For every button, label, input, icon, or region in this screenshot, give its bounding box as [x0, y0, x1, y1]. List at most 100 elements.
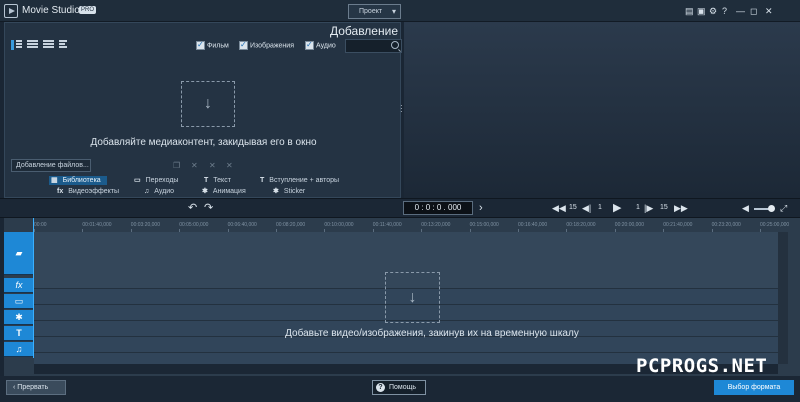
delete-all-icon[interactable]: ✕: [209, 161, 216, 170]
checkbox-icon[interactable]: [239, 40, 248, 50]
checkbox-icon[interactable]: [196, 40, 205, 50]
audio-track-button[interactable]: ♫: [4, 342, 34, 357]
fast-forward-icon[interactable]: ▶▶: [674, 202, 688, 214]
tab-animation[interactable]: ✱ Анимация: [202, 187, 246, 196]
fx-icon: fx: [57, 188, 64, 195]
timeline-vertical-scrollbar[interactable]: [778, 232, 788, 364]
ruler-time-label: 00:21:40,000: [663, 222, 693, 228]
ruler-time-label: 00:06:40,000: [227, 222, 257, 228]
library-search[interactable]: [345, 39, 402, 53]
close-icon[interactable]: ✕: [765, 6, 773, 16]
ruler-time-label: 00:08:20,000: [276, 222, 306, 228]
tab-video-effects[interactable]: fx Видеоэффекты: [57, 187, 119, 196]
arrow-down-icon: ↓: [204, 95, 212, 112]
timeline-drop-zone[interactable]: ↓: [385, 272, 440, 323]
timeline: 00:00 00:01:40,000 00:03:20,000 00:05:00,00…: [4, 218, 800, 376]
ruler-time-label: 00:00: [34, 222, 47, 228]
abort-button[interactable]: ‹ Прервать: [6, 380, 66, 395]
grid-large-view-icon[interactable]: [27, 40, 38, 50]
checkbox-icon[interactable]: [305, 40, 314, 50]
timeline-drop-hint: Добавьте видео/изображения, закинув их н…: [285, 328, 579, 339]
redo-icon[interactable]: ↷: [204, 202, 213, 214]
skip-back-seconds: 15: [569, 204, 577, 211]
tab-intro-credits[interactable]: T Вступление + авторы: [260, 176, 339, 185]
filter-film[interactable]: Фильм: [196, 40, 229, 51]
tab-audio[interactable]: ♫ Аудио: [144, 187, 174, 196]
ruler-time-label: 00:23:20,000: [711, 222, 741, 228]
filter-audio[interactable]: Аудио: [305, 40, 336, 51]
text-icon: T: [260, 177, 265, 184]
tab-library[interactable]: ▦ Библиотека: [49, 176, 107, 185]
ruler-time-label: 00:01:40,000: [82, 222, 112, 228]
choose-format-button[interactable]: Выбор формата: [714, 380, 794, 395]
app-title: Movie Studio: [22, 5, 80, 16]
sticker-icon: ✱: [273, 188, 279, 195]
music-note-icon: ♫: [144, 188, 150, 195]
ruler-time-label: 00:25:00,000: [760, 222, 790, 228]
minimize-icon[interactable]: —: [736, 6, 745, 16]
panel-resize-handle[interactable]: · · ·: [400, 102, 403, 116]
previous-frame-icon[interactable]: ◀|: [582, 202, 591, 214]
skip-forward-seconds: 15: [660, 204, 668, 211]
arrow-down-icon: ↓: [408, 288, 417, 306]
fullscreen-icon[interactable]: ⤢: [780, 202, 787, 214]
fx-icon: fx: [15, 280, 23, 290]
tab-sticker[interactable]: ✱ Sticker: [273, 187, 305, 196]
app-logo-icon: [4, 4, 18, 18]
transport-bar: ↶ ↷ 0 : 0 : 0 . 000 › ◀◀ 15 ◀| 1 ▶ 1 |▶ …: [0, 198, 800, 218]
text-track[interactable]: [34, 337, 778, 352]
animation-track-button[interactable]: ✱: [4, 310, 34, 325]
list-view-icon[interactable]: [59, 40, 70, 50]
ruler-time-label: 00:05:00,000: [179, 222, 209, 228]
music-note-icon: ♫: [15, 344, 23, 354]
frame-back-count: 1: [598, 204, 602, 211]
ruler-time-label: 00:13:20,000: [421, 222, 451, 228]
ruler-time-label: 00:18:20,000: [566, 222, 596, 228]
search-input[interactable]: [346, 40, 390, 52]
ruler-time-label: 00:20:00,000: [614, 222, 644, 228]
video-preview: [404, 22, 800, 198]
chat-icon[interactable]: ▤: [685, 6, 694, 16]
library-title: Добавление: [330, 24, 398, 38]
overlay-track-button[interactable]: ▭: [4, 294, 34, 309]
clear-icon[interactable]: ✕: [226, 161, 233, 170]
copy-icon[interactable]: ❐: [173, 161, 180, 170]
help-icon[interactable]: ?: [722, 6, 727, 16]
volume-icon[interactable]: ◀: [742, 202, 749, 214]
ruler-time-label: 00:16:40,000: [518, 222, 548, 228]
text-icon: T: [204, 177, 209, 184]
title-bar: Movie Studio PRO Проект ▤ ▣ ⚙ ? — ◻ ✕: [0, 0, 800, 22]
undo-icon[interactable]: ↶: [188, 202, 197, 214]
tab-transitions[interactable]: ▭ Переходы: [134, 176, 178, 185]
add-files-button[interactable]: Добавление файлов...: [11, 159, 91, 172]
tab-text[interactable]: T Текст: [204, 176, 231, 185]
chevron-right-icon[interactable]: ›: [479, 202, 483, 214]
effects-track-button[interactable]: fx: [4, 278, 34, 293]
help-button[interactable]: ? Помощь: [372, 380, 426, 395]
library-tabs: ▦ Библиотека ▭ Переходы T Текст T Вступление…: [5, 175, 400, 197]
bottom-bar: ‹ Прервать ? Помощь Выбор формата: [0, 376, 800, 402]
video-track-button[interactable]: ▰: [4, 232, 34, 275]
timeline-ruler[interactable]: 00:00 00:01:40,000 00:03:20,000 00:05:00,00…: [34, 220, 789, 232]
project-menu-button[interactable]: Проект: [348, 4, 401, 19]
camera-icon: ▰: [15, 248, 23, 258]
gear-icon[interactable]: ⚙: [709, 6, 717, 16]
rewind-icon[interactable]: ◀◀: [552, 202, 566, 214]
overlay-icon: ▭: [14, 296, 24, 306]
ruler-time-label: 00:03:20,000: [130, 222, 160, 228]
transitions-icon: ▭: [134, 177, 141, 184]
media-drop-hint: Добавляйте медиаконтент, закидывая его в…: [90, 137, 317, 148]
volume-slider-knob[interactable]: [768, 205, 775, 212]
filter-images[interactable]: Изображения: [239, 40, 294, 51]
maximize-icon[interactable]: ◻: [750, 6, 757, 16]
next-frame-icon[interactable]: |▶: [644, 202, 653, 214]
ruler-time-label: 00:15:00,000: [469, 222, 499, 228]
grid-small-view-icon[interactable]: [43, 40, 54, 50]
delete-icon[interactable]: ✕: [191, 161, 198, 170]
search-icon[interactable]: [391, 41, 399, 49]
pro-badge: PRO: [79, 6, 97, 14]
media-drop-zone[interactable]: ↓: [181, 81, 235, 127]
list-detail-view-icon[interactable]: [11, 40, 22, 50]
play-icon[interactable]: ▶: [613, 202, 621, 214]
cart-icon[interactable]: ▣: [697, 6, 706, 16]
